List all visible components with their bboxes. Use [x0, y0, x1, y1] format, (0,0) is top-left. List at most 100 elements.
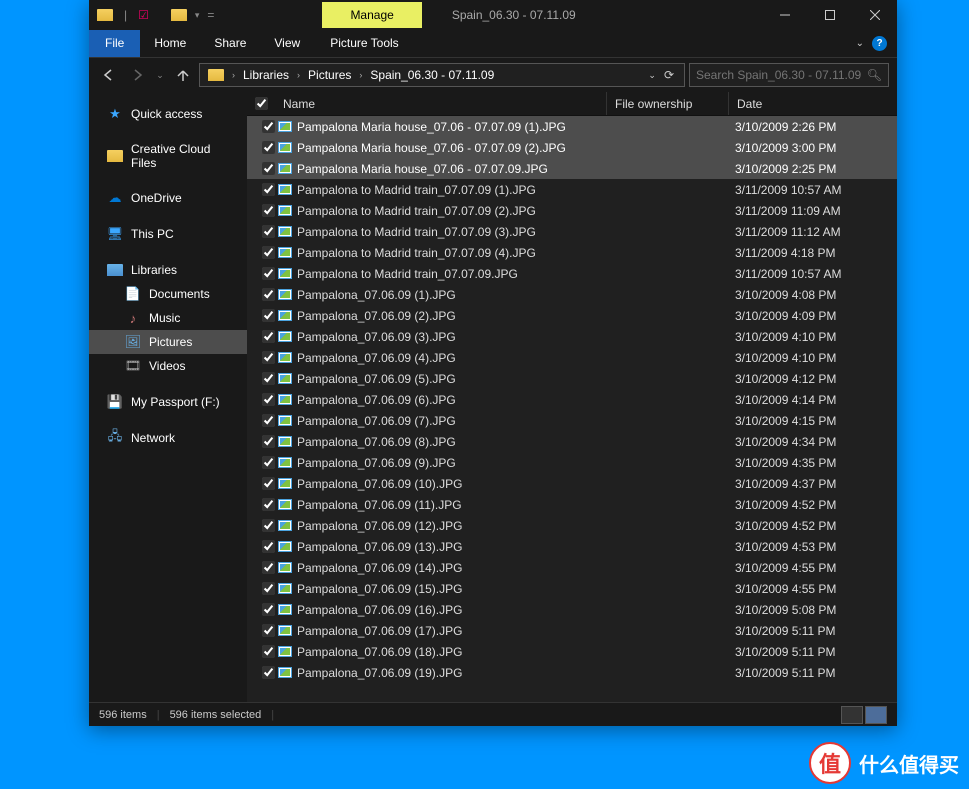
- row-checkbox[interactable]: [262, 456, 275, 469]
- table-row[interactable]: Pampalona Maria house_07.06 - 07.07.09 (…: [247, 116, 897, 137]
- row-checkbox[interactable]: [262, 351, 275, 364]
- row-checkbox[interactable]: [262, 204, 275, 217]
- table-row[interactable]: Pampalona_07.06.09 (19).JPG3/10/2009 5:1…: [247, 662, 897, 683]
- maximize-button[interactable]: [807, 0, 852, 30]
- table-row[interactable]: Pampalona_07.06.09 (18).JPG3/10/2009 5:1…: [247, 641, 897, 662]
- sidebar-this-pc[interactable]: 🖥This PC: [89, 222, 247, 246]
- breadcrumb-pictures[interactable]: Pictures: [304, 68, 355, 82]
- row-checkbox[interactable]: [262, 120, 275, 133]
- table-row[interactable]: Pampalona_07.06.09 (1).JPG3/10/2009 4:08…: [247, 284, 897, 305]
- breadcrumb-dropdown-icon[interactable]: ⌄: [648, 70, 656, 81]
- column-header-name[interactable]: Name: [275, 92, 607, 115]
- table-row[interactable]: Pampalona_07.06.09 (12).JPG3/10/2009 4:5…: [247, 515, 897, 536]
- breadcrumb-libraries[interactable]: Libraries: [239, 68, 293, 82]
- row-checkbox[interactable]: [262, 624, 275, 637]
- up-button[interactable]: [171, 63, 195, 87]
- breadcrumb-current[interactable]: Spain_06.30 - 07.11.09: [366, 68, 498, 82]
- row-checkbox[interactable]: [262, 561, 275, 574]
- refresh-icon[interactable]: ⟳: [664, 68, 674, 82]
- table-row[interactable]: Pampalona_07.06.09 (13).JPG3/10/2009 4:5…: [247, 536, 897, 557]
- table-row[interactable]: Pampalona to Madrid train_07.07.09 (4).J…: [247, 242, 897, 263]
- sidebar-network[interactable]: 🖧Network: [89, 426, 247, 450]
- table-row[interactable]: Pampalona_07.06.09 (16).JPG3/10/2009 5:0…: [247, 599, 897, 620]
- row-checkbox[interactable]: [262, 141, 275, 154]
- table-row[interactable]: Pampalona_07.06.09 (10).JPG3/10/2009 4:3…: [247, 473, 897, 494]
- column-header-date[interactable]: Date: [729, 92, 897, 115]
- view-thumbnails-button[interactable]: [865, 706, 887, 724]
- sidebar-music[interactable]: ♪Music: [89, 306, 247, 330]
- table-row[interactable]: Pampalona_07.06.09 (2).JPG3/10/2009 4:09…: [247, 305, 897, 326]
- row-checkbox[interactable]: [262, 162, 275, 175]
- row-checkbox[interactable]: [262, 225, 275, 238]
- tab-view[interactable]: View: [260, 30, 314, 57]
- tab-share[interactable]: Share: [200, 30, 260, 57]
- table-row[interactable]: Pampalona_07.06.09 (4).JPG3/10/2009 4:10…: [247, 347, 897, 368]
- table-row[interactable]: Pampalona_07.06.09 (8).JPG3/10/2009 4:34…: [247, 431, 897, 452]
- recent-dropdown[interactable]: ⌄: [153, 63, 167, 87]
- minimize-button[interactable]: [762, 0, 807, 30]
- row-checkbox[interactable]: [262, 309, 275, 322]
- row-checkbox[interactable]: [262, 540, 275, 553]
- row-checkbox[interactable]: [262, 267, 275, 280]
- sidebar-documents[interactable]: 📄Documents: [89, 282, 247, 306]
- search-icon[interactable]: 🔍︎: [867, 68, 882, 82]
- row-checkbox[interactable]: [262, 666, 275, 679]
- row-checkbox[interactable]: [262, 498, 275, 511]
- file-list[interactable]: Pampalona Maria house_07.06 - 07.07.09 (…: [247, 116, 897, 702]
- row-checkbox[interactable]: [262, 435, 275, 448]
- chevron-right-icon[interactable]: ›: [357, 70, 364, 80]
- sidebar-my-passport[interactable]: 💾My Passport (F:): [89, 390, 247, 414]
- table-row[interactable]: Pampalona to Madrid train_07.07.09 (3).J…: [247, 221, 897, 242]
- row-checkbox[interactable]: [262, 330, 275, 343]
- row-checkbox[interactable]: [262, 645, 275, 658]
- sidebar-videos[interactable]: 🎞Videos: [89, 354, 247, 378]
- row-checkbox[interactable]: [262, 288, 275, 301]
- ribbon-expand-icon[interactable]: ⌄: [856, 38, 864, 49]
- file-menu[interactable]: File: [89, 30, 140, 57]
- close-button[interactable]: [852, 0, 897, 30]
- back-button[interactable]: [97, 63, 121, 87]
- chevron-right-icon[interactable]: ›: [230, 70, 237, 80]
- sidebar-onedrive[interactable]: ☁OneDrive: [89, 186, 247, 210]
- table-row[interactable]: Pampalona_07.06.09 (17).JPG3/10/2009 5:1…: [247, 620, 897, 641]
- qat-check-icon[interactable]: ☑: [138, 8, 149, 22]
- qat-folder-icon[interactable]: [171, 9, 187, 21]
- row-checkbox[interactable]: [262, 414, 275, 427]
- tab-home[interactable]: Home: [140, 30, 200, 57]
- table-row[interactable]: Pampalona_07.06.09 (9).JPG3/10/2009 4:35…: [247, 452, 897, 473]
- breadcrumb[interactable]: › Libraries › Pictures › Spain_06.30 - 0…: [199, 63, 685, 87]
- table-row[interactable]: Pampalona_07.06.09 (6).JPG3/10/2009 4:14…: [247, 389, 897, 410]
- row-checkbox[interactable]: [262, 246, 275, 259]
- table-row[interactable]: Pampalona Maria house_07.06 - 07.07.09.J…: [247, 158, 897, 179]
- table-row[interactable]: Pampalona_07.06.09 (5).JPG3/10/2009 4:12…: [247, 368, 897, 389]
- qat-overflow[interactable]: =: [207, 8, 214, 22]
- tab-picture-tools[interactable]: Picture Tools: [316, 30, 412, 57]
- table-row[interactable]: Pampalona_07.06.09 (3).JPG3/10/2009 4:10…: [247, 326, 897, 347]
- row-checkbox[interactable]: [262, 603, 275, 616]
- row-checkbox[interactable]: [262, 183, 275, 196]
- row-checkbox[interactable]: [262, 519, 275, 532]
- table-row[interactable]: Pampalona_07.06.09 (11).JPG3/10/2009 4:5…: [247, 494, 897, 515]
- table-row[interactable]: Pampalona to Madrid train_07.07.09.JPG3/…: [247, 263, 897, 284]
- table-row[interactable]: Pampalona to Madrid train_07.07.09 (1).J…: [247, 179, 897, 200]
- row-checkbox[interactable]: [262, 582, 275, 595]
- sidebar-pictures[interactable]: 🖼Pictures: [89, 330, 247, 354]
- row-checkbox[interactable]: [262, 372, 275, 385]
- chevron-right-icon[interactable]: ›: [295, 70, 302, 80]
- select-all-checkbox[interactable]: [255, 97, 268, 110]
- sidebar-creative-cloud[interactable]: Creative Cloud Files: [89, 138, 247, 174]
- view-details-button[interactable]: [841, 706, 863, 724]
- sidebar-libraries[interactable]: Libraries: [89, 258, 247, 282]
- row-checkbox[interactable]: [262, 393, 275, 406]
- table-row[interactable]: Pampalona_07.06.09 (15).JPG3/10/2009 4:5…: [247, 578, 897, 599]
- row-checkbox[interactable]: [262, 477, 275, 490]
- qat-dropdown-icon[interactable]: ▾: [195, 10, 200, 21]
- table-row[interactable]: Pampalona_07.06.09 (7).JPG3/10/2009 4:15…: [247, 410, 897, 431]
- forward-button[interactable]: [125, 63, 149, 87]
- search-input[interactable]: [696, 68, 867, 82]
- table-row[interactable]: Pampalona to Madrid train_07.07.09 (2).J…: [247, 200, 897, 221]
- table-row[interactable]: Pampalona_07.06.09 (14).JPG3/10/2009 4:5…: [247, 557, 897, 578]
- sidebar-quick-access[interactable]: ★Quick access: [89, 102, 247, 126]
- help-icon[interactable]: ?: [872, 36, 887, 51]
- column-header-ownership[interactable]: File ownership: [607, 92, 729, 115]
